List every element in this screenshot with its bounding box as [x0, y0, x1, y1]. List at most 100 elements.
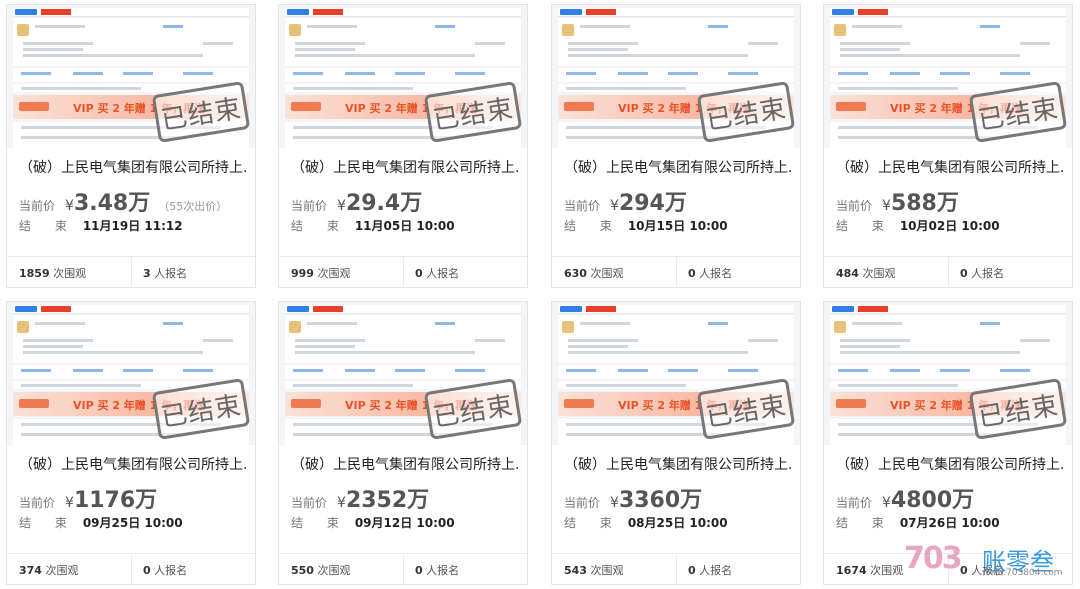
end-time: 08月25日 10:00 [627, 516, 728, 530]
price-label: 当前价 [291, 199, 328, 213]
auction-card[interactable]: VIP 买 2 年赠 1 年，再送 已结束 （破）上民电气集团有限公司所持上..… [551, 4, 801, 288]
auction-card[interactable]: VIP 买 2 年赠 1 年，再送 已结束 （破）上民电气集团有限公司所持上..… [278, 4, 528, 288]
auction-card[interactable]: VIP 买 2 年赠 1 年，再送 已结束 （破）上民电气集团有限公司所持上..… [6, 301, 256, 585]
price-value: 1176万 [73, 488, 158, 513]
end-time: 10月15日 10:00 [627, 219, 728, 233]
currency-symbol: ¥ [337, 495, 346, 511]
end-label: 结 束 [564, 219, 622, 233]
card-footer: 550 次围观 0 人报名 [279, 553, 527, 585]
price-row: 当前价 ¥3.48万 （55次出价） [19, 185, 228, 216]
signup-count: 0 人报名 [688, 564, 733, 577]
end-row: 结 束 07月26日 10:00 [836, 512, 1000, 531]
auction-title[interactable]: （破）上民电气集团有限公司所持上... [291, 454, 521, 474]
watermark-url: www.703804.com [982, 568, 1063, 578]
end-row: 结 束 11月19日 11:12 [19, 215, 183, 234]
watermark-logo: 703 [904, 541, 963, 576]
end-label: 结 束 [291, 219, 349, 233]
end-row: 结 束 10月02日 10:00 [836, 215, 1000, 234]
end-time: 11月05日 10:00 [354, 219, 455, 233]
price-label: 当前价 [291, 496, 328, 510]
currency-symbol: ¥ [882, 198, 891, 214]
currency-symbol: ¥ [65, 495, 74, 511]
price-value: 3.48万 [73, 191, 151, 216]
price-label: 当前价 [836, 496, 873, 510]
card-footer: 630 次围观 0 人报名 [552, 256, 800, 288]
end-label: 结 束 [836, 516, 894, 530]
end-time: 11月19日 11:12 [82, 219, 183, 233]
auction-title[interactable]: （破）上民电气集团有限公司所持上... [19, 157, 249, 177]
view-count: 999 次围观 [291, 267, 351, 280]
end-label: 结 束 [19, 219, 77, 233]
price-row: 当前价 ¥1176万 [19, 482, 165, 513]
auction-title[interactable]: （破）上民电气集团有限公司所持上... [564, 157, 794, 177]
auction-card[interactable]: VIP 买 2 年赠 1 年，再送 已结束 （破）上民电气集团有限公司所持上..… [551, 301, 801, 585]
currency-symbol: ¥ [610, 495, 619, 511]
end-row: 结 束 11月05日 10:00 [291, 215, 455, 234]
auction-title[interactable]: （破）上民电气集团有限公司所持上... [836, 454, 1066, 474]
end-time: 09月12日 10:00 [354, 516, 455, 530]
auction-thumbnail[interactable]: VIP 买 2 年赠 1 年，再送 已结束 [552, 302, 800, 445]
price-value: 294万 [618, 191, 687, 216]
auction-thumbnail[interactable]: VIP 买 2 年赠 1 年，再送 已结束 [552, 5, 800, 148]
view-count: 484 次围观 [836, 267, 896, 280]
bid-count: （55次出价） [158, 200, 228, 213]
watermark: 703 账零叁 www.703804.com [904, 541, 1074, 581]
end-row: 结 束 09月25日 10:00 [19, 512, 183, 531]
price-label: 当前价 [836, 199, 873, 213]
price-value: 3360万 [618, 488, 703, 513]
currency-symbol: ¥ [337, 198, 346, 214]
currency-symbol: ¥ [882, 495, 891, 511]
price-row: 当前价 ¥294万 [564, 185, 695, 216]
end-row: 结 束 08月25日 10:00 [564, 512, 728, 531]
end-label: 结 束 [836, 219, 894, 233]
price-label: 当前价 [19, 496, 56, 510]
auction-title[interactable]: （破）上民电气集团有限公司所持上... [836, 157, 1066, 177]
view-count: 543 次围观 [564, 564, 624, 577]
signup-count: 3 人报名 [143, 267, 188, 280]
end-time: 09月25日 10:00 [82, 516, 183, 530]
auction-title[interactable]: （破）上民电气集团有限公司所持上... [291, 157, 521, 177]
view-count: 1674 次围观 [836, 564, 904, 577]
auction-thumbnail[interactable]: VIP 买 2 年赠 1 年，再送 已结束 [824, 5, 1072, 148]
price-row: 当前价 ¥29.4万 [291, 185, 430, 216]
price-value: 4800万 [890, 488, 975, 513]
price-value: 588万 [890, 191, 959, 216]
price-value: 29.4万 [345, 191, 423, 216]
card-footer: 484 次围观 0 人报名 [824, 256, 1072, 288]
signup-count: 0 人报名 [415, 564, 460, 577]
card-footer: 374 次围观 0 人报名 [7, 553, 255, 585]
price-label: 当前价 [564, 199, 601, 213]
price-label: 当前价 [19, 199, 56, 213]
view-count: 374 次围观 [19, 564, 79, 577]
price-row: 当前价 ¥3360万 [564, 482, 710, 513]
end-row: 结 束 09月12日 10:00 [291, 512, 455, 531]
currency-symbol: ¥ [65, 198, 74, 214]
end-label: 结 束 [291, 516, 349, 530]
signup-count: 0 人报名 [688, 267, 733, 280]
auction-title[interactable]: （破）上民电气集团有限公司所持上... [564, 454, 794, 474]
auction-card[interactable]: VIP 买 2 年赠 1 年，再送 已结束 （破）上民电气集团有限公司所持上..… [6, 4, 256, 288]
end-label: 结 束 [564, 516, 622, 530]
view-count: 1859 次围观 [19, 267, 87, 280]
auction-thumbnail[interactable]: VIP 买 2 年赠 1 年，再送 已结束 [824, 302, 1072, 445]
auction-card[interactable]: VIP 买 2 年赠 1 年，再送 已结束 （破）上民电气集团有限公司所持上..… [278, 301, 528, 585]
price-row: 当前价 ¥4800万 [836, 482, 982, 513]
end-label: 结 束 [19, 516, 77, 530]
end-time: 07月26日 10:00 [899, 516, 1000, 530]
card-footer: 1859 次围观 3 人报名 [7, 256, 255, 288]
auction-thumbnail[interactable]: VIP 买 2 年赠 1 年，再送 已结束 [7, 5, 255, 148]
signup-count: 0 人报名 [143, 564, 188, 577]
end-time: 10月02日 10:00 [899, 219, 1000, 233]
price-row: 当前价 ¥2352万 [291, 482, 437, 513]
auction-thumbnail[interactable]: VIP 买 2 年赠 1 年，再送 已结束 [279, 302, 527, 445]
auction-thumbnail[interactable]: VIP 买 2 年赠 1 年，再送 已结束 [7, 302, 255, 445]
price-label: 当前价 [564, 496, 601, 510]
end-row: 结 束 10月15日 10:00 [564, 215, 728, 234]
currency-symbol: ¥ [610, 198, 619, 214]
view-count: 630 次围观 [564, 267, 624, 280]
auction-card[interactable]: VIP 买 2 年赠 1 年，再送 已结束 （破）上民电气集团有限公司所持上..… [823, 4, 1073, 288]
view-count: 550 次围观 [291, 564, 351, 577]
auction-title[interactable]: （破）上民电气集团有限公司所持上... [19, 454, 249, 474]
price-row: 当前价 ¥588万 [836, 185, 967, 216]
auction-thumbnail[interactable]: VIP 买 2 年赠 1 年，再送 已结束 [279, 5, 527, 148]
